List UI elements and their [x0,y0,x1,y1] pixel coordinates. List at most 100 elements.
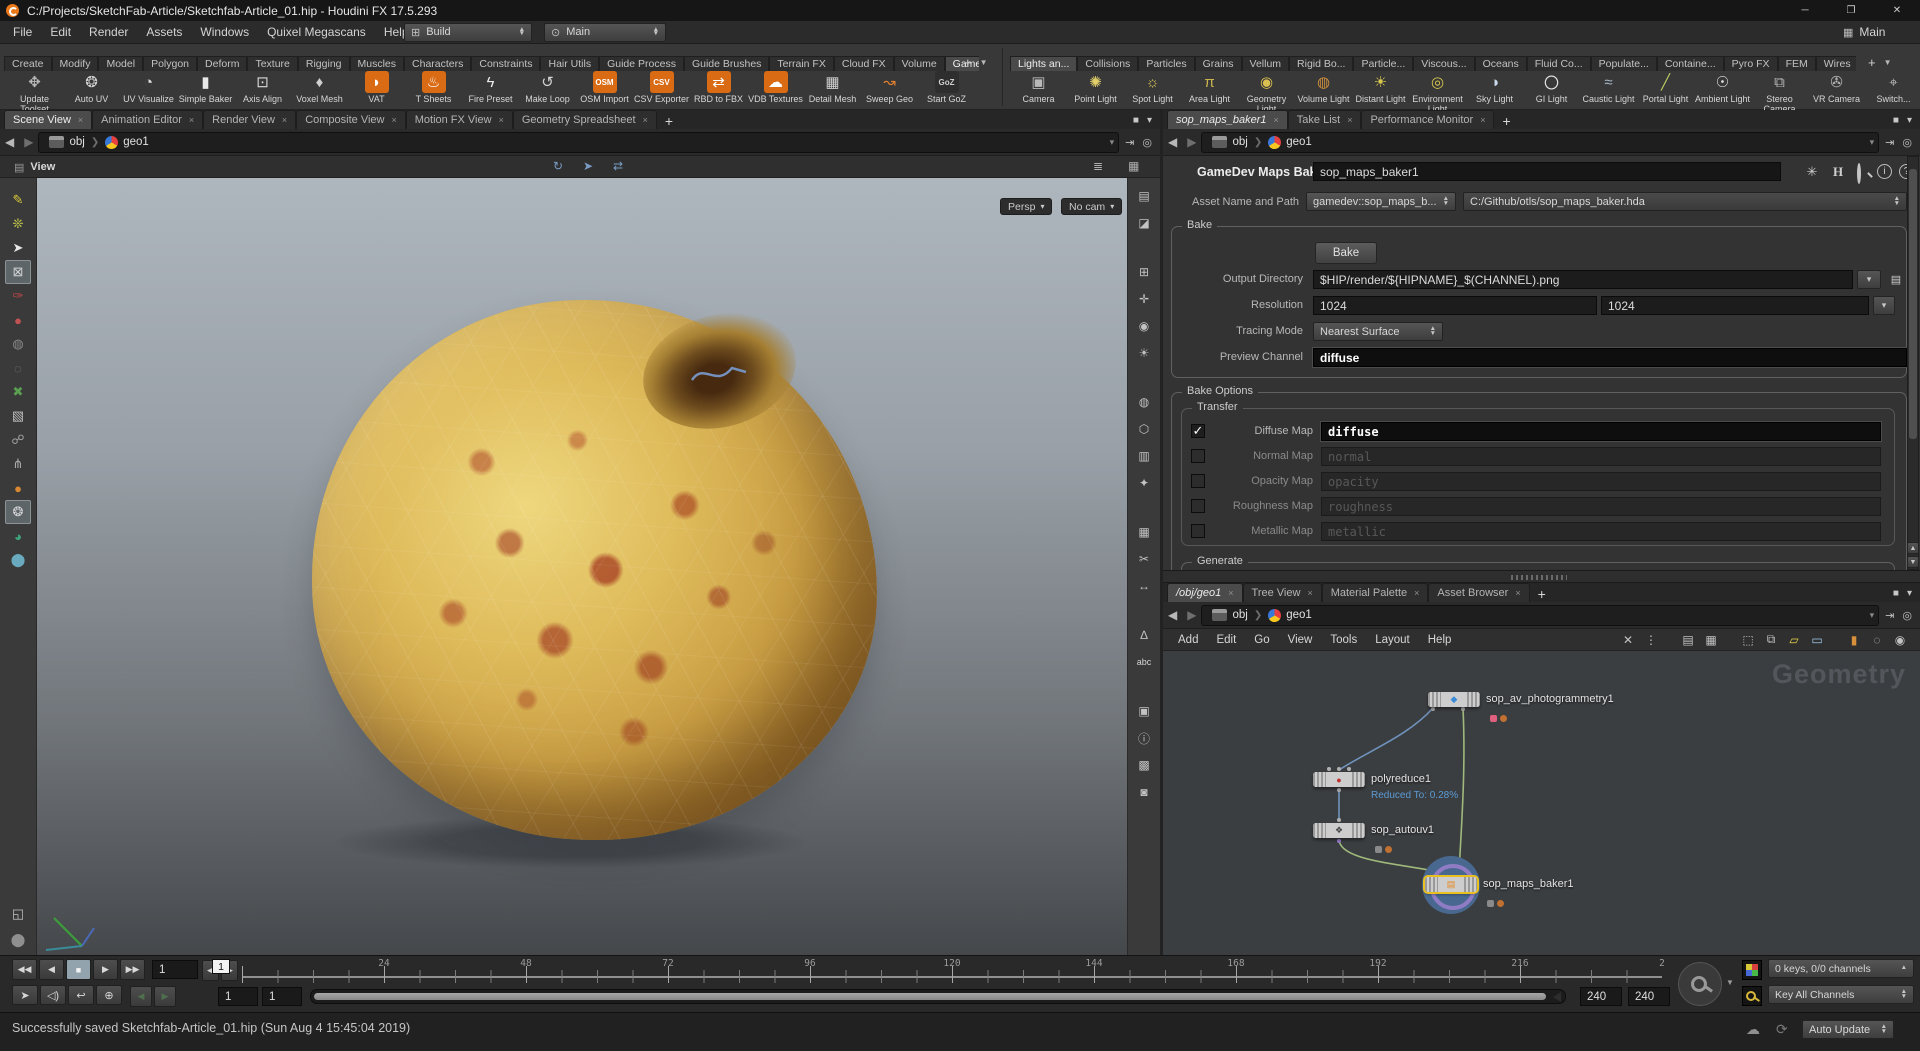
node-sop-maps-baker1[interactable]: ▤ [1425,877,1477,892]
shelf-tool-rbd-to-fbx[interactable]: ⇄RBD to FBX [690,71,747,104]
gear-menu-icon[interactable]: ✳ [1801,161,1823,183]
camera-view-icon[interactable]: ◙ [1133,782,1155,802]
camera-select-button[interactable]: No cam ▾ [1061,198,1122,215]
orange-sphere-tool[interactable]: ● [5,476,31,500]
auto-update-combo[interactable]: Auto Update ▲▼ [1802,1020,1894,1039]
shelf-tool-sky-light[interactable]: ◑Sky Light [1466,71,1523,104]
shelf-tab-vellum[interactable]: Vellum [1242,56,1290,71]
thumbnails-icon[interactable]: ⬚ [1738,633,1758,647]
breadcrumb[interactable]: obj ❯ geo1 ▾ [38,132,1119,153]
tab-close-icon[interactable]: × [499,115,504,125]
normal-map-checkbox[interactable] [1191,449,1205,463]
windows-icon[interactable]: ⧉ [1761,632,1781,647]
breadcrumb-geo1[interactable]: geo1 [1286,136,1312,148]
bake-button[interactable]: Bake [1315,242,1377,264]
shading-icon[interactable]: ◍ [1133,392,1155,412]
opacity-map-checkbox[interactable] [1191,474,1205,488]
desktop-main-combo[interactable]: ⊙ Main ▲▼ [544,23,666,42]
shelf-tab-collisions[interactable]: Collisions [1077,56,1138,71]
asset-box-icon[interactable]: ▮ [1844,633,1864,647]
grid-icon[interactable]: ▥ [1133,446,1155,466]
pin-icon[interactable]: ⇥ [1885,136,1894,149]
shelf-tab-guide-process[interactable]: Guide Process [599,56,684,71]
node-label[interactable]: sop_maps_baker1 [1483,878,1574,890]
shelf-tool-vdb-textures[interactable]: ☁VDB Textures [747,71,804,104]
shelf-tool-osm-import[interactable]: OSMOSM Import [576,71,633,104]
preview-channel-field[interactable]: diffuse [1313,348,1907,367]
shelf-tab-rigging[interactable]: Rigging [298,56,350,71]
drop-tool[interactable]: ⬤ [5,548,31,572]
roughness-map-checkbox[interactable] [1191,499,1205,513]
pane-dropdown-icon[interactable]: ▾ [1147,115,1152,126]
close-button[interactable]: ✕ [1874,0,1920,21]
shelf-tab-characters[interactable]: Characters [404,56,471,71]
range-start-jump-button[interactable]: ◀ [130,986,152,1007]
grab-tool[interactable]: ⬤ [5,928,31,952]
tab-close-icon[interactable]: × [282,115,287,125]
lighting-icon[interactable]: ☀ [1133,343,1155,363]
pane-dropdown-icon[interactable]: ▾ [1907,588,1912,599]
forward-icon[interactable]: ▶ [1182,608,1201,622]
pane-dropdown-icon[interactable]: ▾ [1907,115,1912,126]
shelf-tool-update-toolset[interactable]: ✥Update Toolset [6,71,63,114]
scroll-up-button[interactable]: ▲ [1907,542,1919,554]
shelf-tool-vat[interactable]: ◗VAT [348,71,405,104]
shelf-tool-gi-light[interactable]: 〇GI Light [1523,71,1580,104]
tab-material-palette[interactable]: Material Palette× [1322,583,1429,602]
grid2-icon[interactable]: ▩ [1133,755,1155,775]
scale-icon[interactable]: ↔ [1133,576,1155,596]
tab-animation-editor[interactable]: Animation Editor× [92,110,203,129]
diffuse-map-checkbox[interactable]: ✓ [1191,424,1205,438]
node-polyreduce1[interactable]: ● [1313,772,1365,787]
shelf-tool-detail-mesh[interactable]: ▦Detail Mesh [804,71,861,104]
tab-obj-geo1[interactable]: /obj/geo1× [1167,583,1243,602]
shelf-tool-ambient-light[interactable]: ☉Ambient Light [1694,71,1751,104]
forward-icon[interactable]: ▶ [19,135,38,149]
range-end-jump-button[interactable]: ▶ [154,986,176,1007]
desktop-build-combo[interactable]: ⊞ Build ▲▼ [404,23,532,42]
maximize-button[interactable]: ❐ [1828,0,1874,21]
param-scrollbar[interactable] [1907,156,1919,570]
pane-layout-icon[interactable]: ▤ [1133,186,1155,206]
paint-blob-tool[interactable]: ❊ [5,212,31,236]
radial-menu-icon[interactable]: ◎ [1902,136,1912,149]
asset-path-field[interactable]: C:/Github/otls/sop_maps_baker.hda ▲▼ [1463,192,1907,211]
split-view-icon[interactable]: ◪ [1133,213,1155,233]
breadcrumb-obj[interactable]: obj [69,136,84,148]
menu-edit[interactable]: Edit [41,21,80,44]
info-icon[interactable]: i [1877,164,1892,179]
snapshot-icon[interactable]: ▦ [1128,159,1139,173]
network-menu-layout[interactable]: Layout [1366,634,1419,646]
tab-close-icon[interactable]: × [189,115,194,125]
curve-handle-widget[interactable] [688,356,752,396]
shelf-tab-hair-utils[interactable]: Hair Utils [540,56,599,71]
normal-map-field[interactable]: normal [1321,447,1881,466]
info-icon[interactable]: ⓘ [1133,728,1155,748]
shelf-tool-environment-light[interactable]: ◎Environment Light [1409,71,1466,114]
spinner-icon[interactable]: ▲▼ [1894,197,1900,206]
snapshot-tool[interactable]: ◱ [5,902,31,926]
tab-scene-view[interactable]: Scene View× [4,110,92,129]
shelf-tool-vr-camera[interactable]: ✇VR Camera [1808,71,1865,104]
horizontal-splitter[interactable] [1163,570,1920,583]
shelf-tool-switch[interactable]: ⌖Switch... [1865,71,1920,104]
breadcrumb-obj[interactable]: obj [1232,136,1247,148]
shelf-tab-fem[interactable]: FEM [1778,56,1816,71]
pane-menu-icon[interactable]: ■ [1133,115,1139,126]
tab-close-icon[interactable]: × [1307,588,1312,598]
key-options-dropdown-icon[interactable]: ▼ [1726,978,1734,987]
tab-close-icon[interactable]: × [78,115,83,125]
shelf-tab-grains[interactable]: Grains [1195,56,1242,71]
shelf-tab-rigid-bo[interactable]: Rigid Bo... [1289,56,1353,71]
shelf-tab-modify[interactable]: Modify [52,56,99,71]
tab-sop-maps-baker1[interactable]: sop_maps_baker1× [1167,110,1288,129]
breadcrumb[interactable]: obj ❯ geo1 ▾ [1201,605,1879,626]
shelf-tab-containe[interactable]: Containe... [1657,56,1724,71]
opacity-map-field[interactable]: opacity [1321,472,1881,491]
tab-motion-fx-view[interactable]: Motion FX View× [406,110,513,129]
shelf-tab-pyro-fx[interactable]: Pyro FX [1724,56,1778,71]
range-end-field[interactable]: 240 [1580,987,1622,1006]
right-desktop-switcher[interactable]: ▦ Main [1843,25,1885,39]
scroll-down-button[interactable]: ▼ [1907,556,1919,568]
node-sop-autouv1[interactable]: ❖ [1313,823,1365,838]
